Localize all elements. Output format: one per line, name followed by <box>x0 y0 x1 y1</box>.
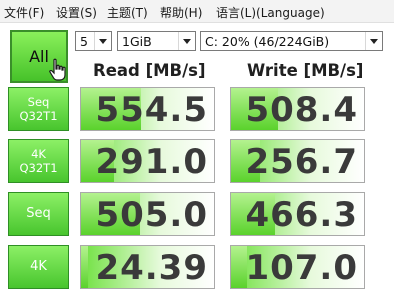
menu-language[interactable]: 语言(L)(Language) <box>216 4 325 21</box>
test-count-value: 5 <box>80 34 88 49</box>
test-size-select[interactable]: 1GiB <box>117 31 196 51</box>
test-label-line2: Q32T1 <box>19 161 58 175</box>
result-value: 256.7 <box>245 142 358 182</box>
drive-value: C: 20% (46/224GiB) <box>205 34 330 49</box>
controls-row: 5 1GiB C: 20% (46/224GiB) <box>0 31 394 53</box>
menu-file[interactable]: 文件(F) <box>4 4 44 21</box>
4k-q32t1-read-result: 291.0 <box>80 139 215 183</box>
result-value: 24.39 <box>95 248 208 288</box>
4k-q32t1-write-result: 256.7 <box>230 139 365 183</box>
test-label-line1: Seq <box>27 95 50 109</box>
seq-read-result: 505.0 <box>80 192 215 236</box>
result-value: 291.0 <box>95 142 208 182</box>
test-label-line1: Seq <box>26 206 51 221</box>
chevron-down-icon <box>94 32 111 50</box>
chevron-down-icon <box>365 32 382 50</box>
chevron-down-icon <box>178 32 195 50</box>
4k-button[interactable]: 4K <box>8 245 69 289</box>
result-value: 466.3 <box>245 195 358 235</box>
4k-read-result: 24.39 <box>80 245 215 289</box>
test-label-line1: 4K <box>30 259 47 274</box>
test-count-select[interactable]: 5 <box>75 31 112 51</box>
seq-q32t1-write-result: 508.4 <box>230 87 365 131</box>
write-header: Write [MB/s] <box>247 61 364 80</box>
menu-bar: 文件(F) 设置(S) 主题(T) 帮助(H) 语言(L)(Language) <box>0 0 394 23</box>
test-size-value: 1GiB <box>122 34 152 49</box>
menu-settings[interactable]: 设置(S) <box>56 4 97 21</box>
menu-theme[interactable]: 主题(T) <box>107 4 148 21</box>
seq-button[interactable]: Seq <box>8 192 69 236</box>
result-value: 508.4 <box>245 90 358 130</box>
seq-q32t1-read-result: 554.5 <box>80 87 215 131</box>
result-value: 107.0 <box>245 248 358 288</box>
4k-write-result: 107.0 <box>230 245 365 289</box>
4k-q32t1-button[interactable]: 4K Q32T1 <box>8 139 69 183</box>
seq-write-result: 466.3 <box>230 192 365 236</box>
test-label-line2: Q32T1 <box>19 109 58 123</box>
menu-help[interactable]: 帮助(H) <box>160 4 202 21</box>
hand-cursor-icon <box>49 58 66 81</box>
result-value: 554.5 <box>95 90 208 130</box>
seq-q32t1-button[interactable]: Seq Q32T1 <box>8 87 69 131</box>
read-header: Read [MB/s] <box>93 61 206 80</box>
result-fill <box>81 246 88 288</box>
test-label-line1: 4K <box>31 147 46 161</box>
result-value: 505.0 <box>95 195 208 235</box>
drive-select[interactable]: C: 20% (46/224GiB) <box>200 31 383 51</box>
